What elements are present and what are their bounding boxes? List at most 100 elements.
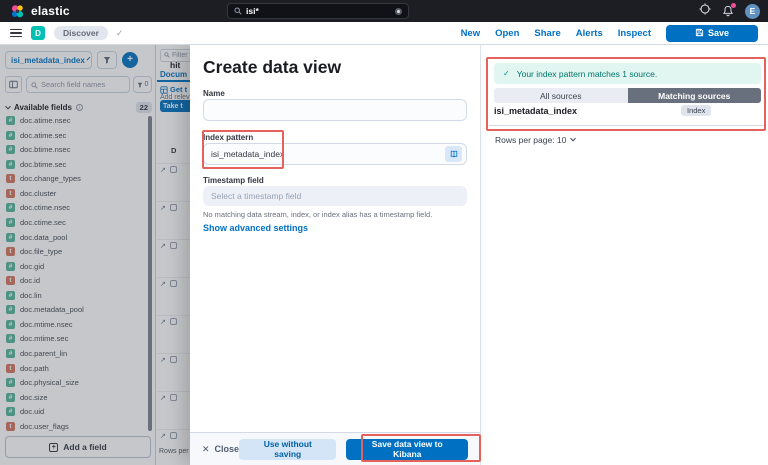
save-button[interactable]: Save xyxy=(666,24,758,42)
rows-per-page-footer: Rows per xyxy=(159,448,189,455)
global-search[interactable] xyxy=(227,3,409,19)
global-search-input[interactable] xyxy=(246,6,391,16)
sources-tab[interactable]: All sources xyxy=(494,88,628,103)
field-list-item[interactable]: # doc.metadata_pool xyxy=(6,305,144,315)
row-checkbox[interactable] xyxy=(169,280,177,287)
field-list-item[interactable]: t doc.file_type xyxy=(6,247,144,257)
field-list-item[interactable]: # doc.data_pool xyxy=(6,232,144,242)
data-view-name: isi_metadata_index xyxy=(11,55,85,65)
notifications-bell-icon[interactable] xyxy=(722,3,736,17)
add-filter-button[interactable]: + xyxy=(122,52,138,68)
table-row[interactable]: ↗ xyxy=(157,163,190,201)
expand-row-icon[interactable]: ↗ xyxy=(160,280,166,288)
field-list-item[interactable]: # doc.uid xyxy=(6,407,144,417)
table-row[interactable]: ↗ xyxy=(157,429,190,465)
field-list-item[interactable]: # doc.btime.nsec xyxy=(6,145,144,155)
row-checkbox[interactable] xyxy=(169,204,177,211)
collapse-sidebar-button[interactable] xyxy=(5,76,22,93)
use-without-saving-button[interactable]: Use without saving xyxy=(239,438,337,460)
app-toolbar: D Discover ✓ New Open Share Alerts Inspect S… xyxy=(0,22,768,45)
book-icon xyxy=(450,150,457,158)
sources-tab[interactable]: Matching sources xyxy=(627,88,761,103)
get-started-link[interactable]: Get t xyxy=(160,85,187,94)
field-list-item[interactable]: t doc.change_types xyxy=(6,174,144,184)
field-list-item[interactable]: # doc.btime.sec xyxy=(6,159,144,169)
field-list-item[interactable]: t doc.user_flags xyxy=(6,421,144,431)
data-view-picker[interactable]: isi_metadata_index xyxy=(5,51,92,69)
expand-row-icon[interactable]: ↗ xyxy=(160,166,166,174)
row-checkbox[interactable] xyxy=(169,242,177,249)
field-list-item[interactable]: # doc.physical_size xyxy=(6,378,144,388)
toolbar-link[interactable]: Alerts xyxy=(576,28,603,39)
search-icon xyxy=(31,76,38,94)
field-name: doc.metadata_pool xyxy=(20,305,84,315)
field-list-item[interactable]: t doc.id xyxy=(6,276,144,286)
save-data-view-button[interactable]: Save data view to Kibana xyxy=(346,438,468,460)
expand-row-icon[interactable]: ↗ xyxy=(160,318,166,326)
add-field-button[interactable]: + Add a field xyxy=(5,436,151,458)
name-input[interactable] xyxy=(203,99,467,121)
toolbar-link[interactable]: Inspect xyxy=(618,28,651,39)
toolbar-link[interactable]: New xyxy=(461,28,481,39)
show-advanced-settings-link[interactable]: Show advanced settings xyxy=(203,223,308,233)
table-row[interactable]: ↗ xyxy=(157,315,190,353)
filter-button[interactable] xyxy=(97,51,117,69)
rows-per-page-control[interactable]: Rows per page: 10 xyxy=(495,135,577,145)
table-row[interactable]: ↗ xyxy=(157,201,190,239)
table-row[interactable]: ↗ xyxy=(157,353,190,391)
user-avatar[interactable]: E xyxy=(745,3,760,19)
row-checkbox[interactable] xyxy=(169,432,177,439)
timestamp-select[interactable] xyxy=(203,186,467,206)
expand-row-icon[interactable]: ↗ xyxy=(160,394,166,402)
documents-tab[interactable]: Docum xyxy=(160,70,187,79)
field-list-item[interactable]: # doc.lin xyxy=(6,290,144,300)
field-name: doc.atime.sec xyxy=(20,130,67,140)
row-checkbox[interactable] xyxy=(169,394,177,401)
row-checkbox[interactable] xyxy=(169,318,177,325)
field-type-icon: t xyxy=(6,421,15,431)
field-list-item[interactable]: # doc.atime.sec xyxy=(6,130,144,140)
toolbar-link[interactable]: Open xyxy=(495,28,519,39)
row-checkbox[interactable] xyxy=(169,356,177,363)
field-list-item[interactable]: # doc.mtime.nsec xyxy=(6,319,144,329)
discover-app-icon[interactable]: D xyxy=(31,26,45,40)
expand-row-icon[interactable]: ↗ xyxy=(160,432,166,440)
field-search-input[interactable] xyxy=(41,80,125,89)
field-list-item[interactable]: # doc.atime.nsec xyxy=(6,116,144,125)
breadcrumb[interactable]: Discover xyxy=(54,26,108,40)
index-pattern-label: Index pattern xyxy=(203,133,254,142)
toolbar-link[interactable]: Share xyxy=(534,28,560,39)
close-icon: ✕ xyxy=(202,443,210,454)
table-row[interactable]: ↗ xyxy=(157,391,190,429)
elastic-logo-icon[interactable] xyxy=(10,4,25,19)
field-type-filter-button[interactable]: 0 xyxy=(133,76,152,93)
field-list-item[interactable]: # doc.ctime.nsec xyxy=(6,203,144,213)
field-list-item[interactable]: # doc.parent_lin xyxy=(6,349,144,358)
field-list-item[interactable]: # doc.ctime.sec xyxy=(6,217,144,227)
field-list-item[interactable]: # doc.mtime.sec xyxy=(6,334,144,344)
menu-hamburger-icon[interactable] xyxy=(10,28,22,38)
field-list-item[interactable]: t doc.path xyxy=(6,363,144,373)
field-search[interactable] xyxy=(26,76,130,93)
index-pattern-input[interactable] xyxy=(203,143,467,165)
field-name: doc.gid xyxy=(20,261,45,271)
expand-row-icon[interactable]: ↗ xyxy=(160,204,166,212)
table-row[interactable]: ↗ xyxy=(157,277,190,315)
take-tour-button[interactable]: Take t xyxy=(160,100,190,112)
table-row[interactable]: ↗ xyxy=(157,239,190,277)
guided-setup-icon[interactable] xyxy=(699,2,711,20)
field-list-item[interactable]: # doc.size xyxy=(6,392,144,402)
field-list-item[interactable]: t doc.cluster xyxy=(6,188,144,198)
available-fields-header[interactable]: Available fields 22 xyxy=(5,102,152,113)
sources-preview-button[interactable] xyxy=(445,146,462,162)
close-flyout-button[interactable]: ✕ Close xyxy=(202,444,239,455)
row-checkbox[interactable] xyxy=(169,166,177,173)
field-type-icon: # xyxy=(6,349,15,358)
save-button-label: Save xyxy=(707,28,730,38)
check-icon: ✓ xyxy=(503,69,510,78)
expand-row-icon[interactable]: ↗ xyxy=(160,242,166,250)
field-type-icon: # xyxy=(6,305,15,315)
expand-row-icon[interactable]: ↗ xyxy=(160,356,166,364)
field-list-item[interactable]: # doc.gid xyxy=(6,261,144,271)
sidebar-scrollbar[interactable] xyxy=(148,116,152,431)
